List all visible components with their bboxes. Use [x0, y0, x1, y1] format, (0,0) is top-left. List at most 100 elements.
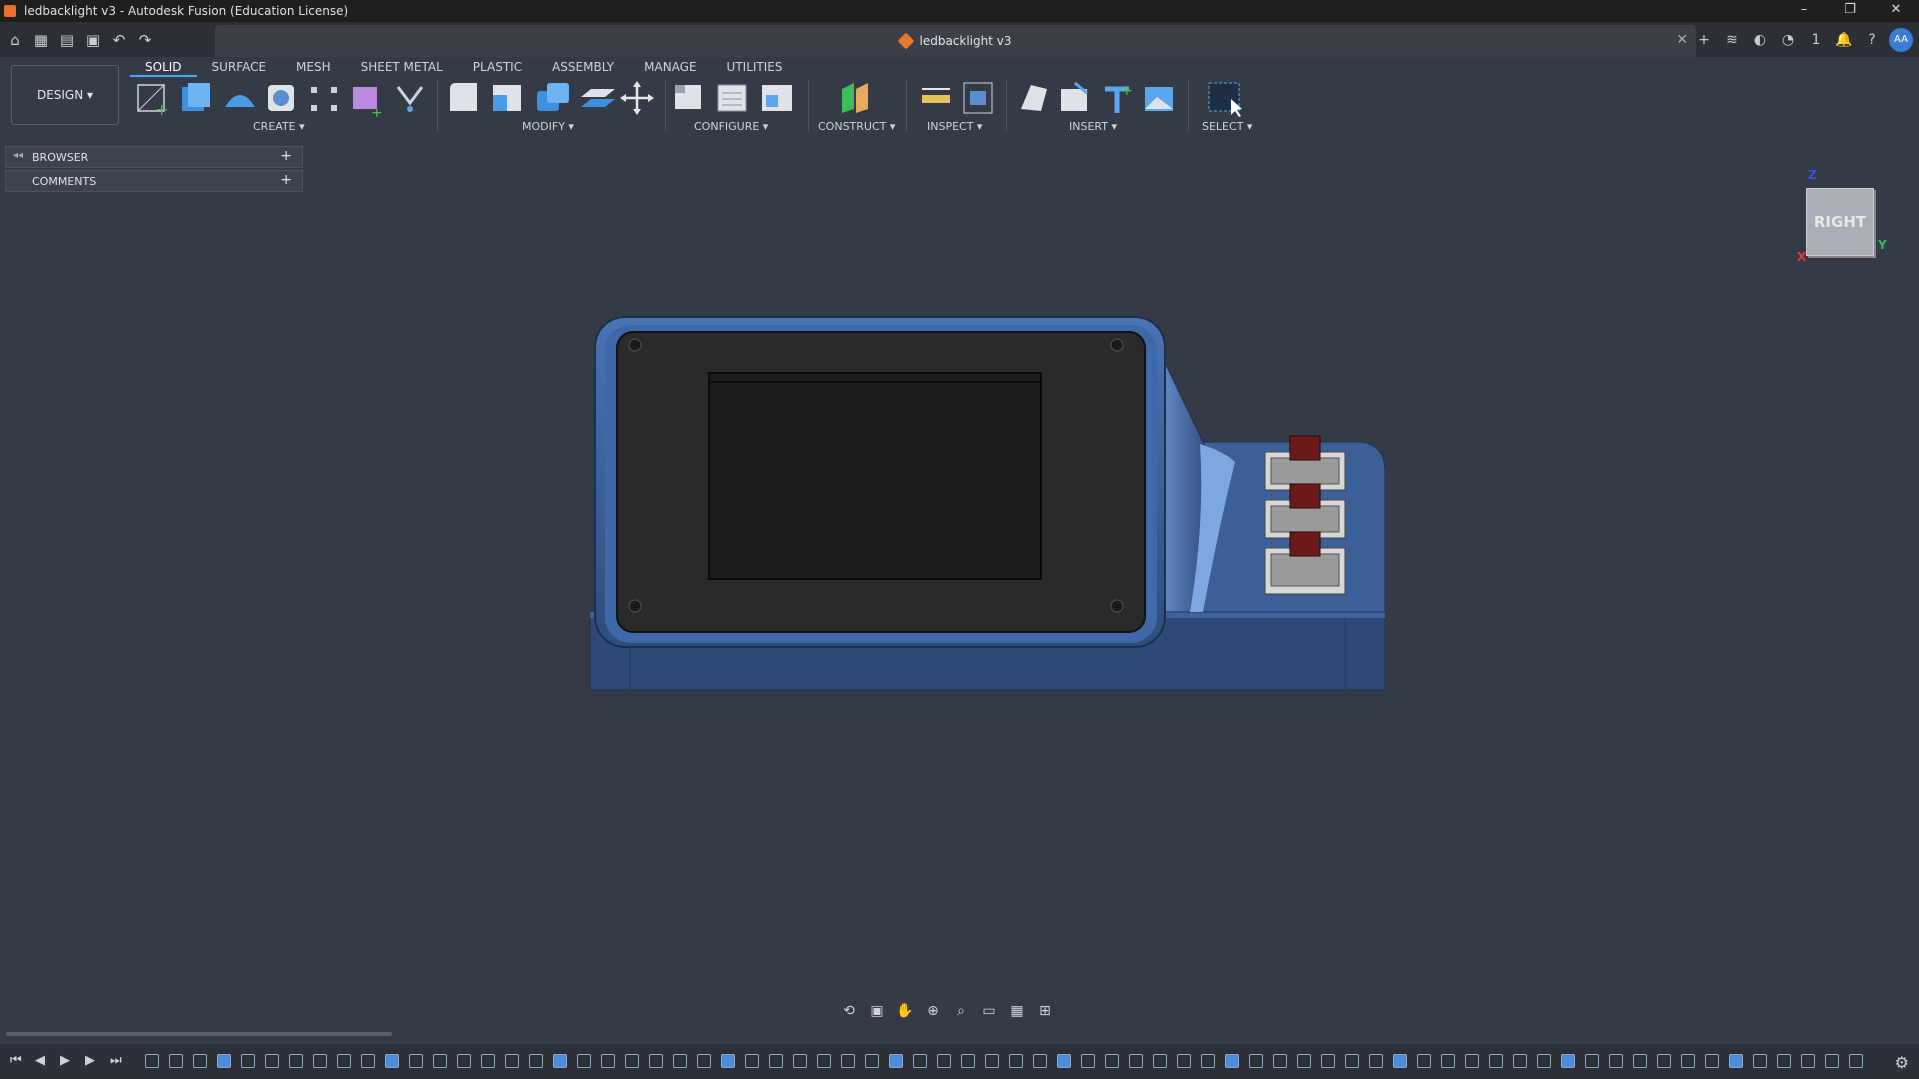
select-group-label[interactable]: SELECT ▾ [1202, 120, 1252, 133]
timeline-feature-icon[interactable] [1225, 1054, 1239, 1068]
close-document-icon[interactable]: ✕ [1676, 32, 1688, 48]
file-icon[interactable]: ▤ [56, 29, 78, 51]
timeline-feature-icon[interactable] [1801, 1054, 1815, 1068]
timeline-feature-icon[interactable] [1465, 1054, 1479, 1068]
bell-icon[interactable]: 🔔 [1833, 32, 1855, 48]
form-icon[interactable] [396, 86, 424, 112]
fit-icon[interactable]: ⌕ [950, 1002, 972, 1020]
minimize-button[interactable]: – [1781, 0, 1827, 22]
timeline-feature-icon[interactable] [1345, 1054, 1359, 1068]
orbit-icon[interactable]: ⟲ [838, 1002, 860, 1020]
fillet-icon[interactable] [493, 85, 521, 111]
timeline-feature-icon[interactable] [1849, 1054, 1863, 1068]
modify-group-label[interactable]: MODIFY ▾ [522, 120, 574, 133]
timeline-feature-icon[interactable] [1681, 1054, 1695, 1068]
timeline-feature-icon[interactable] [1513, 1054, 1527, 1068]
undo-icon[interactable]: ↶ [108, 29, 130, 51]
timeline-feature-icon[interactable] [985, 1054, 999, 1068]
timeline-feature-icon[interactable] [697, 1054, 711, 1068]
sweep-icon[interactable] [268, 85, 294, 111]
revolve-icon[interactable] [225, 95, 255, 107]
tab-surface[interactable]: SURFACE [197, 57, 282, 77]
timeline-feature-icon[interactable] [817, 1054, 831, 1068]
timeline-feature-icon[interactable] [241, 1054, 255, 1068]
configure-rule-icon[interactable] [717, 84, 747, 112]
viewports-icon[interactable]: ⊞ [1034, 1002, 1056, 1020]
timeline-feature-icon[interactable] [625, 1054, 639, 1068]
timeline-feature-icon[interactable] [1129, 1054, 1143, 1068]
jobs-icon[interactable]: ◔ [1777, 32, 1799, 48]
configure-table-icon[interactable] [675, 85, 701, 109]
browser-panel[interactable]: ◂◂ BROWSER + [5, 146, 303, 168]
timeline-feature-icon[interactable] [721, 1054, 735, 1068]
timeline-feature-icon[interactable] [649, 1054, 663, 1068]
configure-theme-icon[interactable] [762, 85, 792, 111]
timeline-feature-icon[interactable] [1633, 1054, 1647, 1068]
zoom-icon[interactable]: ⊕ [922, 1002, 944, 1020]
extrude-icon[interactable] [182, 83, 210, 111]
workspace-switcher[interactable]: DESIGN ▾ [11, 65, 119, 125]
maximize-button[interactable]: ❐ [1827, 0, 1873, 22]
offset-plane-icon[interactable] [842, 83, 868, 113]
expand-browser-icon[interactable]: + [280, 148, 292, 164]
press-pull-icon[interactable] [450, 83, 477, 111]
timeline-feature-icon[interactable] [1009, 1054, 1023, 1068]
timeline-feature-icon[interactable] [1057, 1054, 1071, 1068]
timeline-feature-icon[interactable] [913, 1054, 927, 1068]
step-forward-icon[interactable]: ▶ [85, 1053, 100, 1068]
timeline-feature-icon[interactable] [1489, 1054, 1503, 1068]
timeline-feature-icon[interactable] [1657, 1054, 1671, 1068]
document-tab[interactable]: ledbacklight v3 ✕ [215, 25, 1696, 57]
timeline-feature-icon[interactable] [1201, 1054, 1215, 1068]
timeline-feature-icon[interactable] [1729, 1054, 1743, 1068]
select-icon[interactable] [1208, 82, 1242, 117]
timeline-feature-icon[interactable] [1585, 1054, 1599, 1068]
tab-assembly[interactable]: ASSEMBLY [537, 57, 629, 77]
save-icon[interactable]: ▣ [82, 29, 104, 51]
timeline-feature-icon[interactable] [553, 1054, 567, 1068]
timeline-feature-icon[interactable] [409, 1054, 423, 1068]
look-at-icon[interactable]: ▣ [866, 1002, 888, 1020]
timeline-feature-icon[interactable] [385, 1054, 399, 1068]
new-tab-icon[interactable]: + [1693, 32, 1715, 48]
timeline-feature-icon[interactable] [745, 1054, 759, 1068]
timeline-feature-icon[interactable] [1105, 1054, 1119, 1068]
move-icon[interactable] [620, 81, 654, 115]
timeline-feature-icon[interactable] [1273, 1054, 1287, 1068]
go-to-end-icon[interactable]: ⏭ [110, 1053, 125, 1068]
collapse-icon[interactable]: ◂◂ [13, 150, 23, 161]
timeline-feature-icon[interactable] [1537, 1054, 1551, 1068]
comments-panel[interactable]: COMMENTS + [5, 170, 303, 192]
timeline-feature-icon[interactable] [217, 1054, 231, 1068]
tab-plastic[interactable]: PLASTIC [458, 57, 537, 77]
timeline-feature-icon[interactable] [145, 1054, 159, 1068]
timeline-feature-icon[interactable] [313, 1054, 327, 1068]
play-icon[interactable]: ▶ [60, 1053, 75, 1068]
tab-manage[interactable]: MANAGE [629, 57, 711, 77]
timeline-feature-icon[interactable] [193, 1054, 207, 1068]
tab-solid[interactable]: SOLID [130, 57, 197, 77]
shell-icon[interactable] [581, 89, 615, 107]
timeline-feature-icon[interactable] [1249, 1054, 1263, 1068]
timeline-feature-icon[interactable] [505, 1054, 519, 1068]
redo-icon[interactable]: ↷ [134, 29, 156, 51]
timeline-feature-icon[interactable] [1033, 1054, 1047, 1068]
timeline-feature-icon[interactable] [601, 1054, 615, 1068]
inspect-group-label[interactable]: INSPECT ▾ [927, 120, 982, 133]
timeline-feature-icon[interactable] [433, 1054, 447, 1068]
configure-group-label[interactable]: CONFIGURE ▾ [694, 120, 768, 133]
box-icon[interactable]: + [353, 87, 383, 119]
view-cube-face[interactable]: RIGHT [1807, 189, 1873, 255]
timeline-feature-icon[interactable] [577, 1054, 591, 1068]
timeline-feature-icon[interactable] [1081, 1054, 1095, 1068]
timeline-feature-icon[interactable] [457, 1054, 471, 1068]
pattern-icon[interactable] [311, 87, 337, 111]
help-icon[interactable]: ? [1861, 32, 1883, 48]
timeline-feature-icon[interactable] [865, 1054, 879, 1068]
timeline-feature-icon[interactable] [169, 1054, 183, 1068]
timeline-feature-icon[interactable] [1441, 1054, 1455, 1068]
avatar[interactable]: AA [1889, 27, 1913, 52]
timeline-feature-icon[interactable] [793, 1054, 807, 1068]
gear-icon[interactable]: ⚙ [1895, 1053, 1909, 1072]
timeline-feature-icon[interactable] [1777, 1054, 1791, 1068]
